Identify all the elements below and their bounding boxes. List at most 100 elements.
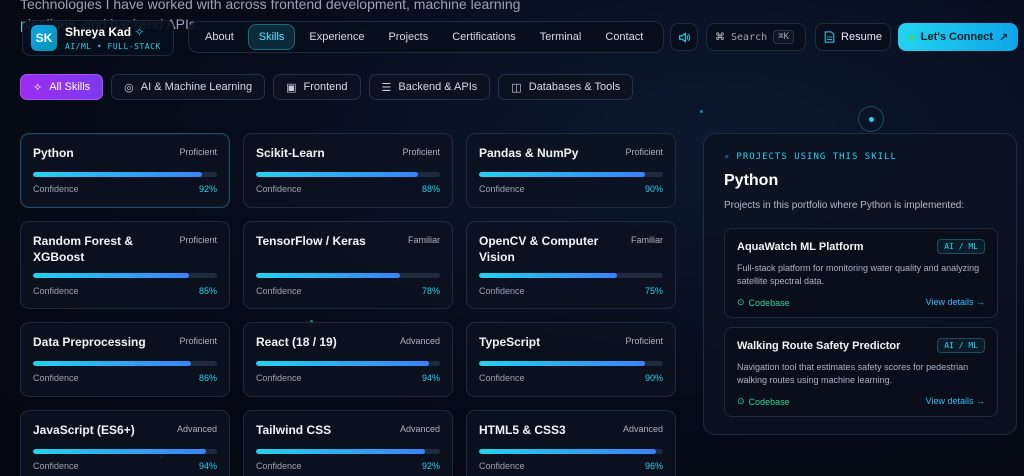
skill-name: TensorFlow / Keras <box>256 234 366 248</box>
nav-certifications[interactable]: Certifications <box>442 25 526 49</box>
brain-icon: ◎ <box>124 81 134 94</box>
project-description: Navigation tool that estimates safety sc… <box>737 362 969 385</box>
skill-card[interactable]: Scikit-Learn Proficient Confidence 88% <box>243 133 453 208</box>
confidence-bar <box>479 172 663 177</box>
project-card[interactable]: Walking Route Safety Predictor AI / ML N… <box>724 327 998 417</box>
codebase-link[interactable]: ⊙ Codebase <box>737 297 790 308</box>
codebase-link[interactable]: ⊙ Codebase <box>737 396 790 407</box>
confidence-fill <box>33 172 203 177</box>
codebase-label: Codebase <box>748 297 790 308</box>
resume-label: Resume <box>841 31 882 43</box>
check-circle-icon: ⊙ <box>737 396 745 406</box>
filter-all-skills[interactable]: ✧ All Skills <box>20 74 104 100</box>
skill-level: Proficient <box>625 147 663 157</box>
skill-name: JavaScript (ES6+) <box>33 423 135 437</box>
confidence-value: 78% <box>421 286 440 296</box>
codebase-label: Codebase <box>748 396 790 407</box>
confidence-label: Confidence <box>479 461 525 471</box>
confidence-value: 88% <box>421 184 440 194</box>
confidence-label: Confidence <box>256 184 302 194</box>
confidence-fill <box>256 273 400 278</box>
confidence-value: 94% <box>198 461 217 471</box>
filter-databases[interactable]: ◫ Databases & Tools <box>498 74 634 100</box>
confidence-fill <box>479 361 645 366</box>
search-shortcut: ⌘K <box>773 30 794 44</box>
view-details-link[interactable]: View details → <box>926 297 985 308</box>
connector-node-icon <box>858 106 884 132</box>
confidence-bar <box>256 172 440 177</box>
skill-name: Python <box>33 146 74 160</box>
confidence-label: Confidence <box>479 286 525 296</box>
skill-card[interactable]: Pandas & NumPy Proficient Confidence 90% <box>466 133 676 208</box>
document-icon <box>824 31 835 43</box>
skill-level: Proficient <box>625 336 663 346</box>
confidence-fill <box>33 273 190 278</box>
database-icon: ◫ <box>511 81 522 94</box>
skill-level: Familiar <box>630 235 663 245</box>
search-button[interactable]: ⌘ Search ⌘K <box>706 23 806 51</box>
confidence-value: 94% <box>421 373 440 383</box>
confidence-value: 90% <box>644 184 663 194</box>
skill-card[interactable]: TypeScript Proficient Confidence 90% <box>466 322 676 397</box>
server-icon: ☰ <box>381 81 392 94</box>
skill-card[interactable]: Random Forest & XGBoost Proficient Confide… <box>20 221 230 309</box>
skill-card[interactable]: JavaScript (ES6+) Advanced Confidence 94% <box>20 410 230 476</box>
nav-contact[interactable]: Contact <box>595 25 653 49</box>
project-description: Full-stack platform for monitoring water… <box>737 263 980 286</box>
skill-name: Data Preprocessing <box>33 335 146 349</box>
nav-experience[interactable]: Experience <box>299 25 374 49</box>
confidence-bar <box>256 449 440 454</box>
check-circle-icon: ⊙ <box>737 297 745 307</box>
skill-level: Advanced <box>399 336 440 346</box>
sparkle-icon: ✧ <box>724 152 731 162</box>
confidence-value: 85% <box>198 286 217 296</box>
main-nav: About Skills Experience Projects Certifi… <box>188 21 664 53</box>
confidence-bar <box>256 361 440 366</box>
project-card[interactable]: AquaWatch ML Platform AI / ML Full-stack… <box>724 228 998 318</box>
confidence-value: 92% <box>421 461 440 471</box>
brand-badge[interactable]: SK Shreya Kad ✧ AI/ML • FULL-STACK <box>22 20 174 56</box>
filter-frontend[interactable]: ▣ Frontend <box>273 74 361 100</box>
confidence-fill <box>33 449 206 454</box>
skill-name: Scikit-Learn <box>256 146 325 160</box>
connect-button[interactable]: Let's Connect ↗ <box>898 23 1018 51</box>
panel-eyebrow-text: PROJECTS USING THIS SKILL <box>736 152 897 162</box>
project-tag: AI / ML <box>937 239 985 254</box>
skill-name: HTML5 & CSS3 <box>479 423 566 437</box>
layout-icon: ▣ <box>286 81 297 94</box>
skill-card[interactable]: Data Preprocessing Proficient Confidence 86… <box>20 322 230 397</box>
filter-label: All Skills <box>49 81 91 93</box>
resume-button[interactable]: Resume <box>815 23 891 51</box>
sound-toggle-button[interactable] <box>670 23 698 51</box>
skill-card[interactable]: HTML5 & CSS3 Advanced Confidence 96% <box>466 410 676 476</box>
skill-card[interactable]: Tailwind CSS Advanced Confidence 92% <box>243 410 453 476</box>
confidence-value: 75% <box>644 286 663 296</box>
nav-projects[interactable]: Projects <box>378 25 438 49</box>
confidence-label: Confidence <box>33 373 79 383</box>
confidence-fill <box>479 172 645 177</box>
confidence-label: Confidence <box>33 286 79 296</box>
confidence-bar <box>479 361 663 366</box>
filter-backend[interactable]: ☰ Backend & APIs <box>368 74 491 100</box>
panel-eyebrow: ✧ PROJECTS USING THIS SKILL <box>724 152 996 162</box>
view-details-link[interactable]: View details → <box>926 396 985 407</box>
confidence-value: 90% <box>644 373 663 383</box>
project-tag: AI / ML <box>937 338 985 353</box>
filter-ai-ml[interactable]: ◎ AI & Machine Learning <box>111 74 266 100</box>
nav-about[interactable]: About <box>195 25 244 49</box>
brand-name: Shreya Kad ✧ <box>65 25 145 39</box>
skill-card[interactable]: Python Proficient Confidence 92% <box>20 133 230 208</box>
skill-level: Familiar <box>407 235 440 245</box>
skill-name: React (18 / 19) <box>256 335 337 349</box>
skill-level: Proficient <box>179 235 217 245</box>
skill-card[interactable]: React (18 / 19) Advanced Confidence 94% <box>243 322 453 397</box>
nav-skills[interactable]: Skills <box>247 24 296 50</box>
confidence-label: Confidence <box>256 373 302 383</box>
command-icon: ⌘ <box>715 31 725 43</box>
nav-terminal[interactable]: Terminal <box>530 25 592 49</box>
skill-level: Advanced <box>176 424 217 434</box>
skill-name: Pandas & NumPy <box>479 146 579 160</box>
confidence-label: Confidence <box>33 461 79 471</box>
skill-card[interactable]: TensorFlow / Keras Familiar Confidence 78% <box>243 221 453 309</box>
skill-card[interactable]: OpenCV & Computer Vision Familiar Confiden… <box>466 221 676 309</box>
